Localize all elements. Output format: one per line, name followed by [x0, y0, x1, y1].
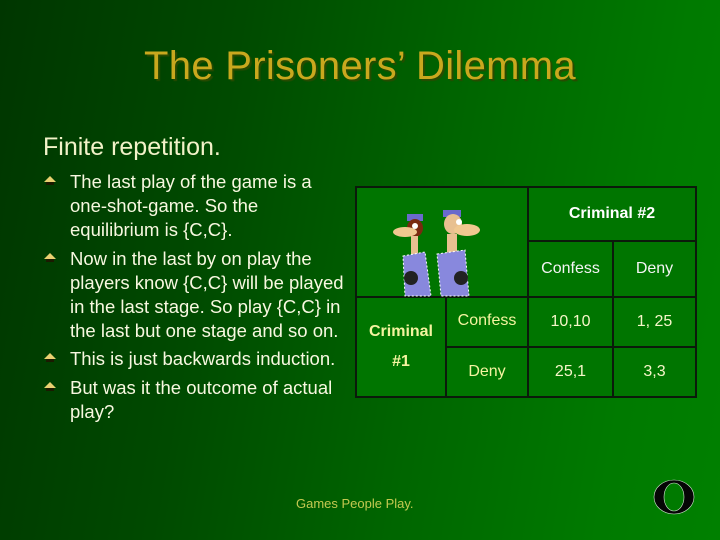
bullet-item: Now in the last by on play the players k…: [44, 247, 344, 344]
bullet-text: But was it the outcome of actual play?: [70, 376, 333, 422]
column-strategy-confess: Confess: [541, 260, 600, 277]
slide-subtitle: Finite repetition.: [43, 133, 221, 161]
diamond-bullet-icon: [44, 176, 56, 185]
payoff-table: Criminal #2 Confess Deny Criminal #1 Con…: [355, 186, 697, 398]
payoff-cell: 3,3: [643, 363, 666, 380]
bullet-item: The last play of the game is a one-shot-…: [44, 170, 344, 243]
bullet-text: This is just backwards induction.: [70, 348, 336, 370]
bullet-item: But was it the outcome of actual play?: [44, 376, 344, 424]
column-strategy-deny: Deny: [635, 260, 674, 277]
column-player-header: Criminal #2: [568, 205, 656, 222]
prisoner-left: [393, 214, 432, 297]
payoff-cell: 25,1: [554, 363, 587, 380]
payoff-cell: 1, 25: [636, 313, 673, 330]
diamond-bullet-icon: [44, 353, 56, 363]
diamond-bullet-icon: [44, 381, 56, 391]
row-strategy-deny: Deny: [468, 363, 506, 380]
diamond-bullet-icon: [44, 252, 56, 262]
row-player-header: Criminal #1: [357, 298, 445, 396]
row-player-label-line1: Criminal: [368, 323, 433, 340]
slide-title: The Prisoners’ Dilemma: [144, 44, 576, 88]
prisoner-right: [436, 210, 480, 297]
bullet-text: The last play of the game is a one-shot-…: [70, 171, 312, 241]
slide-footer: Games People Play.: [296, 496, 414, 511]
oregon-o-logo-icon: [653, 479, 695, 515]
bullet-list: The last play of the game is a one-shot-…: [44, 170, 344, 428]
bullet-text: Now in the last by on play the players k…: [70, 247, 344, 342]
bullet-item: This is just backwards induction.: [44, 347, 344, 371]
payoff-cell: 10,10: [550, 313, 591, 330]
row-strategy-confess: Confess: [457, 312, 517, 329]
row-player-label-line2: #1: [392, 353, 410, 370]
prisoners-illustration: [393, 210, 480, 297]
